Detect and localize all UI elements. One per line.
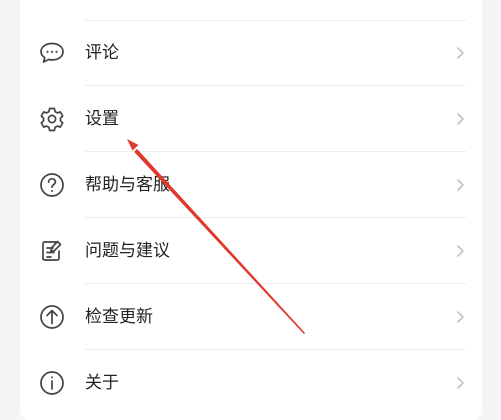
menu-item-settings[interactable]: 设置 (20, 86, 482, 152)
menu-item-about[interactable]: 关于 (20, 350, 482, 416)
menu-item-help-support[interactable]: 帮助与客服 (20, 152, 482, 218)
update-arrow-icon (37, 302, 67, 332)
menu-item-label: 关于 (85, 373, 119, 393)
gear-icon (37, 104, 67, 134)
menu-item-label: 问题与建议 (85, 241, 170, 261)
menu-item-label: 检查更新 (85, 307, 153, 327)
chevron-right-icon (452, 111, 468, 127)
chevron-right-icon (452, 375, 468, 391)
comment-icon (37, 38, 67, 68)
row-divider (85, 20, 466, 21)
menu-item-feedback[interactable]: 问题与建议 (20, 218, 482, 284)
menu-item-check-update[interactable]: 检查更新 (20, 284, 482, 350)
chevron-right-icon (452, 177, 468, 193)
menu-item-label: 帮助与客服 (85, 175, 170, 195)
chevron-right-icon (452, 243, 468, 259)
question-icon (37, 170, 67, 200)
chevron-right-icon (452, 309, 468, 325)
chevron-right-icon (452, 45, 468, 61)
feedback-edit-icon (37, 236, 67, 266)
info-icon (37, 368, 67, 398)
menu-item-comments[interactable]: 评论 (20, 20, 482, 86)
menu-item-label: 评论 (85, 43, 119, 63)
menu-item-label: 设置 (85, 109, 119, 129)
